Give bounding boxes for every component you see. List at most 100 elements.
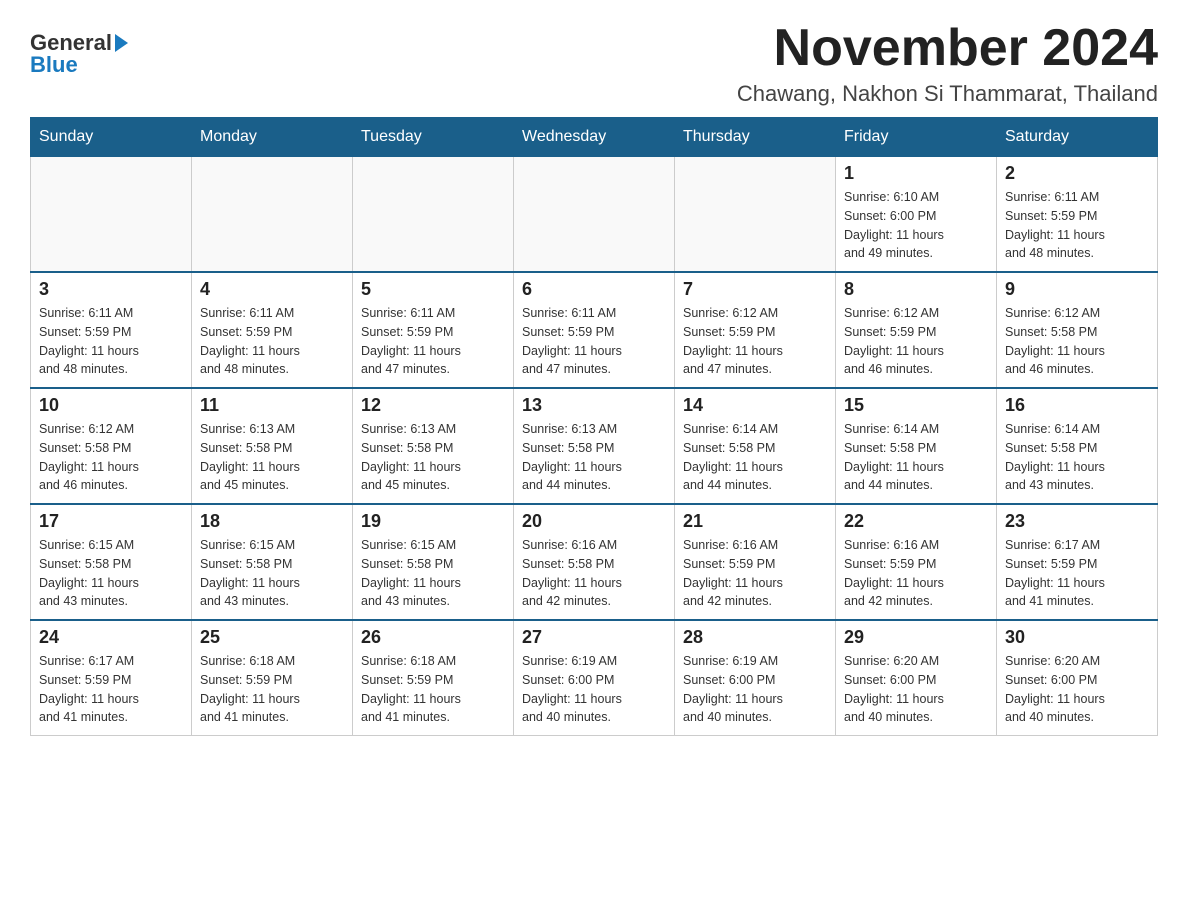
day-info: Sunrise: 6:11 AM Sunset: 5:59 PM Dayligh… (39, 304, 183, 379)
calendar-week-row: 17Sunrise: 6:15 AM Sunset: 5:58 PM Dayli… (31, 504, 1158, 620)
day-info: Sunrise: 6:11 AM Sunset: 5:59 PM Dayligh… (522, 304, 666, 379)
calendar-cell: 9 Sunrise: 6:12 AM Sunset: 5:58 PM Daylig… (997, 272, 1158, 388)
day-number: 27 (522, 627, 666, 648)
day-info: Sunrise: 6:16 AM Sunset: 5:59 PM Dayligh… (844, 536, 988, 611)
logo-arrow-icon (115, 34, 128, 52)
day-info: Sunrise: 6:13 AM Sunset: 5:58 PM Dayligh… (522, 420, 666, 495)
day-info: Sunrise: 6:12 AM Sunset: 5:58 PM Dayligh… (1005, 304, 1149, 379)
calendar-cell (31, 157, 192, 273)
day-number: 11 (200, 395, 344, 416)
calendar-cell: 23 Sunrise: 6:17 AM Sunset: 5:59 PM Dayli… (997, 504, 1158, 620)
day-info: Sunrise: 6:14 AM Sunset: 5:58 PM Dayligh… (683, 420, 827, 495)
day-info: Sunrise: 6:11 AM Sunset: 5:59 PM Dayligh… (361, 304, 505, 379)
calendar-cell: 22 Sunrise: 6:16 AM Sunset: 5:59 PM Dayli… (836, 504, 997, 620)
day-info: Sunrise: 6:20 AM Sunset: 6:00 PM Dayligh… (844, 652, 988, 727)
day-info: Sunrise: 6:14 AM Sunset: 5:58 PM Dayligh… (1005, 420, 1149, 495)
day-number: 26 (361, 627, 505, 648)
day-number: 1 (844, 163, 988, 184)
day-number: 28 (683, 627, 827, 648)
calendar-cell: 29 Sunrise: 6:20 AM Sunset: 6:00 PM Dayli… (836, 620, 997, 736)
calendar-table: SundayMondayTuesdayWednesdayThursdayFrid… (30, 117, 1158, 736)
day-info: Sunrise: 6:12 AM Sunset: 5:59 PM Dayligh… (844, 304, 988, 379)
calendar-cell: 13 Sunrise: 6:13 AM Sunset: 5:58 PM Dayli… (514, 388, 675, 504)
day-number: 6 (522, 279, 666, 300)
calendar-cell (192, 157, 353, 273)
day-number: 30 (1005, 627, 1149, 648)
day-number: 18 (200, 511, 344, 532)
calendar-cell: 28Sunrise: 6:19 AM Sunset: 6:00 PM Dayli… (675, 620, 836, 736)
logo-blue-text: Blue (30, 52, 78, 77)
day-number: 21 (683, 511, 827, 532)
day-number: 16 (1005, 395, 1149, 416)
calendar-cell: 21 Sunrise: 6:16 AM Sunset: 5:59 PM Dayli… (675, 504, 836, 620)
day-info: Sunrise: 6:12 AM Sunset: 5:59 PM Dayligh… (683, 304, 827, 379)
calendar-cell (675, 157, 836, 273)
day-info: Sunrise: 6:16 AM Sunset: 5:59 PM Dayligh… (683, 536, 827, 611)
day-number: 29 (844, 627, 988, 648)
calendar-cell: 18Sunrise: 6:15 AM Sunset: 5:58 PM Dayli… (192, 504, 353, 620)
day-number: 10 (39, 395, 183, 416)
calendar-cell: 4 Sunrise: 6:11 AM Sunset: 5:59 PM Daylig… (192, 272, 353, 388)
day-info: Sunrise: 6:15 AM Sunset: 5:58 PM Dayligh… (39, 536, 183, 611)
calendar-week-row: 1 Sunrise: 6:10 AM Sunset: 6:00 PM Daylig… (31, 157, 1158, 273)
day-info: Sunrise: 6:13 AM Sunset: 5:58 PM Dayligh… (200, 420, 344, 495)
calendar-cell: 14Sunrise: 6:14 AM Sunset: 5:58 PM Dayli… (675, 388, 836, 504)
calendar-cell: 27 Sunrise: 6:19 AM Sunset: 6:00 PM Dayli… (514, 620, 675, 736)
day-number: 12 (361, 395, 505, 416)
day-number: 2 (1005, 163, 1149, 184)
day-number: 15 (844, 395, 988, 416)
day-info: Sunrise: 6:10 AM Sunset: 6:00 PM Dayligh… (844, 188, 988, 263)
location-title: Chawang, Nakhon Si Thammarat, Thailand (737, 81, 1158, 107)
day-number: 7 (683, 279, 827, 300)
day-number: 13 (522, 395, 666, 416)
header-wednesday: Wednesday (514, 118, 675, 157)
day-number: 3 (39, 279, 183, 300)
calendar-cell: 30 Sunrise: 6:20 AM Sunset: 6:00 PM Dayli… (997, 620, 1158, 736)
calendar-cell: 25 Sunrise: 6:18 AM Sunset: 5:59 PM Dayli… (192, 620, 353, 736)
day-number: 24 (39, 627, 183, 648)
calendar-cell: 1 Sunrise: 6:10 AM Sunset: 6:00 PM Daylig… (836, 157, 997, 273)
day-info: Sunrise: 6:13 AM Sunset: 5:58 PM Dayligh… (361, 420, 505, 495)
header-monday: Monday (192, 118, 353, 157)
day-info: Sunrise: 6:18 AM Sunset: 5:59 PM Dayligh… (200, 652, 344, 727)
calendar-cell: 17Sunrise: 6:15 AM Sunset: 5:58 PM Dayli… (31, 504, 192, 620)
calendar-cell: 16 Sunrise: 6:14 AM Sunset: 5:58 PM Dayli… (997, 388, 1158, 504)
day-number: 4 (200, 279, 344, 300)
day-number: 19 (361, 511, 505, 532)
header-saturday: Saturday (997, 118, 1158, 157)
calendar-cell: 20 Sunrise: 6:16 AM Sunset: 5:58 PM Dayli… (514, 504, 675, 620)
day-number: 22 (844, 511, 988, 532)
day-number: 25 (200, 627, 344, 648)
day-info: Sunrise: 6:15 AM Sunset: 5:58 PM Dayligh… (361, 536, 505, 611)
calendar-cell: 7 Sunrise: 6:12 AM Sunset: 5:59 PM Daylig… (675, 272, 836, 388)
calendar-cell: 3 Sunrise: 6:11 AM Sunset: 5:59 PM Daylig… (31, 272, 192, 388)
logo: General Blue (30, 20, 128, 78)
page-header: General Blue November 2024 Chawang, Nakh… (30, 20, 1158, 107)
day-info: Sunrise: 6:16 AM Sunset: 5:58 PM Dayligh… (522, 536, 666, 611)
day-number: 20 (522, 511, 666, 532)
calendar-week-row: 10 Sunrise: 6:12 AM Sunset: 5:58 PM Dayli… (31, 388, 1158, 504)
header-tuesday: Tuesday (353, 118, 514, 157)
day-info: Sunrise: 6:17 AM Sunset: 5:59 PM Dayligh… (39, 652, 183, 727)
calendar-cell (353, 157, 514, 273)
calendar-cell (514, 157, 675, 273)
calendar-cell: 19 Sunrise: 6:15 AM Sunset: 5:58 PM Dayli… (353, 504, 514, 620)
day-number: 8 (844, 279, 988, 300)
day-info: Sunrise: 6:18 AM Sunset: 5:59 PM Dayligh… (361, 652, 505, 727)
day-info: Sunrise: 6:20 AM Sunset: 6:00 PM Dayligh… (1005, 652, 1149, 727)
calendar-week-row: 24 Sunrise: 6:17 AM Sunset: 5:59 PM Dayli… (31, 620, 1158, 736)
calendar-cell: 10 Sunrise: 6:12 AM Sunset: 5:58 PM Dayli… (31, 388, 192, 504)
day-info: Sunrise: 6:11 AM Sunset: 5:59 PM Dayligh… (200, 304, 344, 379)
calendar-cell: 26 Sunrise: 6:18 AM Sunset: 5:59 PM Dayli… (353, 620, 514, 736)
header-sunday: Sunday (31, 118, 192, 157)
calendar-cell: 2 Sunrise: 6:11 AM Sunset: 5:59 PM Daylig… (997, 157, 1158, 273)
day-info: Sunrise: 6:19 AM Sunset: 6:00 PM Dayligh… (522, 652, 666, 727)
day-number: 23 (1005, 511, 1149, 532)
day-info: Sunrise: 6:11 AM Sunset: 5:59 PM Dayligh… (1005, 188, 1149, 263)
day-info: Sunrise: 6:12 AM Sunset: 5:58 PM Dayligh… (39, 420, 183, 495)
calendar-cell: 5Sunrise: 6:11 AM Sunset: 5:59 PM Daylig… (353, 272, 514, 388)
calendar-cell: 11 Sunrise: 6:13 AM Sunset: 5:58 PM Dayli… (192, 388, 353, 504)
day-number: 9 (1005, 279, 1149, 300)
calendar-cell: 8 Sunrise: 6:12 AM Sunset: 5:59 PM Daylig… (836, 272, 997, 388)
day-info: Sunrise: 6:17 AM Sunset: 5:59 PM Dayligh… (1005, 536, 1149, 611)
